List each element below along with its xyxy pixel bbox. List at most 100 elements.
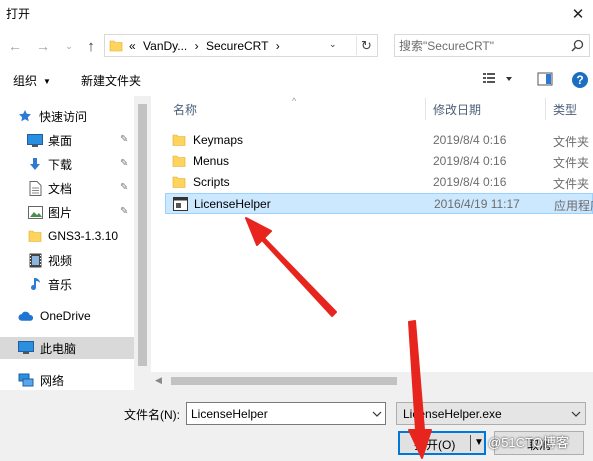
file-list: ^ 名称 修改日期 类型 Keymaps 2019/8/4 0:16 文件夹 M… — [151, 96, 593, 390]
sidebar-scrollbar-thumb[interactable] — [138, 104, 147, 366]
breadcrumb-separator[interactable]: › — [195, 39, 199, 53]
list-item[interactable]: Menus 2019/8/4 0:16 文件夹 — [165, 151, 593, 172]
file-date: 2019/8/4 0:16 — [433, 154, 507, 168]
sidebar-item-onedrive[interactable]: OneDrive — [0, 305, 134, 327]
sidebar-item-label: 此电脑 — [40, 341, 77, 356]
list-item-selected[interactable]: LicenseHelper 2016/4/19 11:17 应用程序 — [165, 193, 593, 214]
sidebar-item-label: GNS3-1.3.10 — [48, 229, 119, 243]
filename-input[interactable] — [191, 406, 365, 422]
file-name: Menus — [193, 154, 230, 168]
refresh-icon[interactable]: ↻ — [356, 36, 376, 55]
back-arrow-icon[interactable]: ← — [6, 36, 24, 56]
command-bar: 组织 ▼ 新建文件夹 ? — [0, 64, 593, 96]
column-header-date[interactable]: 修改日期 — [433, 96, 543, 122]
title-bar: 打开 ✕ — [0, 0, 593, 28]
sidebar-item-label: OneDrive — [40, 309, 91, 323]
chevron-down-icon[interactable] — [372, 408, 382, 422]
forward-arrow-icon[interactable]: → — [34, 36, 52, 56]
sidebar-item-label: 下载 — [48, 157, 73, 172]
file-type: 文件夹 — [553, 135, 590, 149]
pin-icon[interactable]: ✎ — [120, 182, 128, 193]
sidebar-item-label: 网络 — [40, 373, 65, 388]
sidebar-item-documents[interactable]: 文档 ✎ — [0, 177, 134, 199]
sidebar-item-desktop[interactable]: 桌面 ✎ — [0, 129, 134, 151]
computer-icon — [18, 340, 34, 356]
folder-icon — [172, 154, 186, 171]
sidebar-item-label: 音乐 — [48, 277, 73, 292]
search-box[interactable] — [394, 34, 590, 57]
sidebar-item-label: 桌面 — [48, 133, 73, 148]
address-bar[interactable]: « VanDy... › SecureCRT › ⌄ ↻ — [104, 34, 378, 57]
filename-label: 文件名(N): — [124, 408, 180, 422]
file-type: 文件夹 — [553, 156, 590, 170]
window-title: 打开 — [6, 7, 31, 21]
download-icon — [27, 156, 43, 172]
watermark: @51CTO博客 — [488, 435, 569, 450]
view-options-icon[interactable] — [482, 71, 514, 90]
breadcrumb-vandy[interactable]: VanDy... — [143, 39, 187, 53]
split-divider — [470, 435, 471, 451]
sidebar-item-gns3[interactable]: GNS3-1.3.10 — [0, 225, 134, 247]
filename-combobox[interactable] — [186, 402, 386, 425]
file-date: 2019/8/4 0:16 — [433, 133, 507, 147]
folder-icon — [27, 228, 43, 244]
horizontal-scrollbar[interactable]: ◀ — [151, 372, 593, 390]
folder-icon — [172, 133, 186, 150]
list-item[interactable]: Keymaps 2019/8/4 0:16 文件夹 — [165, 130, 593, 151]
horizontal-scrollbar-thumb[interactable] — [171, 377, 397, 385]
sidebar-item-videos[interactable]: 视频 — [0, 249, 134, 271]
close-icon[interactable]: ✕ — [563, 0, 593, 28]
list-item[interactable]: Scripts 2019/8/4 0:16 文件夹 — [165, 172, 593, 193]
star-icon — [17, 108, 33, 124]
picture-icon — [27, 204, 43, 220]
address-row: ← → ⌄ ↑ « VanDy... › SecureCRT › ⌄ ↻ — [0, 28, 593, 64]
sidebar-item-downloads[interactable]: 下载 ✎ — [0, 153, 134, 175]
breadcrumb-overflow[interactable]: « — [129, 39, 136, 53]
column-divider[interactable] — [425, 98, 426, 120]
network-icon — [18, 372, 34, 388]
new-folder-button[interactable]: 新建文件夹 — [81, 72, 141, 89]
sidebar-item-label: 快速访问 — [39, 109, 88, 124]
up-arrow-icon[interactable]: ↑ — [82, 36, 100, 56]
breadcrumb-separator[interactable]: › — [276, 39, 280, 53]
sidebar-scrollbar[interactable] — [134, 96, 151, 390]
filetype-select[interactable]: LicenseHelper.exe — [396, 402, 586, 425]
document-icon — [27, 180, 43, 196]
sidebar-item-music[interactable]: 音乐 — [0, 273, 134, 295]
sidebar-item-quick-access[interactable]: 快速访问 — [0, 105, 134, 127]
preview-pane-icon[interactable] — [537, 71, 553, 90]
column-header-type[interactable]: 类型 — [553, 96, 593, 122]
music-icon — [27, 276, 43, 292]
breadcrumb-securecrt[interactable]: SecureCRT — [206, 39, 268, 53]
help-icon[interactable]: ? — [571, 71, 589, 92]
caret-down-icon[interactable]: ▼ — [474, 437, 484, 448]
sidebar-item-pictures[interactable]: 图片 ✎ — [0, 201, 134, 223]
sidebar-item-network[interactable]: 网络 — [0, 369, 134, 390]
file-name: Scripts — [193, 175, 230, 189]
pin-icon[interactable]: ✎ — [120, 134, 128, 145]
file-date: 2016/4/19 11:17 — [434, 197, 520, 211]
file-name: LicenseHelper — [194, 197, 271, 211]
svg-text:?: ? — [576, 73, 583, 87]
video-icon — [27, 252, 43, 268]
folder-icon — [109, 39, 123, 55]
address-dropdown-icon[interactable]: ⌄ — [329, 39, 343, 50]
file-date: 2019/8/4 0:16 — [433, 175, 507, 189]
pin-icon[interactable]: ✎ — [120, 158, 128, 169]
desktop-icon — [27, 132, 43, 148]
file-name: Keymaps — [193, 133, 244, 147]
search-input[interactable] — [399, 38, 567, 54]
sidebar-item-label: 图片 — [48, 205, 73, 220]
search-icon[interactable] — [571, 39, 584, 55]
recent-locations-chevron-icon[interactable]: ⌄ — [60, 36, 78, 56]
chevron-down-icon[interactable] — [571, 408, 581, 422]
pin-icon[interactable]: ✎ — [120, 206, 128, 217]
column-header-name[interactable]: 名称 — [173, 96, 403, 122]
organize-button[interactable]: 组织 ▼ — [13, 72, 51, 89]
sidebar-item-this-pc[interactable]: 此电脑 — [0, 337, 134, 359]
filetype-value: LicenseHelper.exe — [403, 407, 502, 421]
scroll-left-icon[interactable]: ◀ — [155, 375, 162, 386]
open-button-label: 打开(O) — [414, 438, 456, 452]
open-button[interactable]: 打开(O) ▼ — [398, 431, 486, 455]
column-divider[interactable] — [545, 98, 546, 120]
